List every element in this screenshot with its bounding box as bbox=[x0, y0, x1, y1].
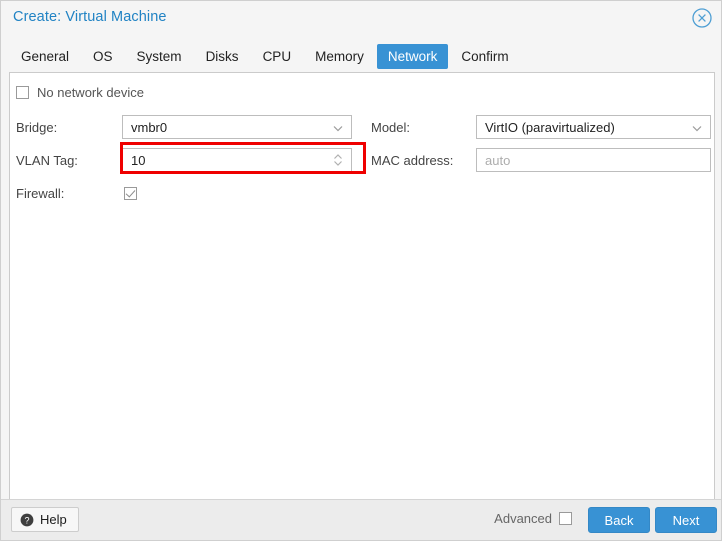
vlan-tag-input[interactable]: 10 bbox=[122, 148, 352, 172]
tab-cpu[interactable]: CPU bbox=[252, 44, 303, 69]
spinner-updown-icon[interactable] bbox=[332, 152, 344, 168]
network-form-left-column: Bridge: vmbr0 VLAN Tag: 10 Firewall: bbox=[16, 113, 366, 212]
no-network-device-row[interactable]: No network device bbox=[16, 85, 144, 100]
question-mark-circle-icon: ? bbox=[20, 513, 34, 527]
tab-general[interactable]: General bbox=[10, 44, 80, 69]
mac-address-input[interactable]: auto bbox=[476, 148, 711, 172]
model-label: Model: bbox=[371, 119, 411, 135]
tab-disks[interactable]: Disks bbox=[195, 44, 250, 69]
mac-address-label: MAC address: bbox=[371, 152, 454, 168]
model-select[interactable]: VirtIO (paravirtualized) bbox=[476, 115, 711, 139]
back-button[interactable]: Back bbox=[588, 507, 650, 533]
tab-confirm[interactable]: Confirm bbox=[450, 44, 519, 69]
bridge-value: vmbr0 bbox=[131, 119, 168, 135]
network-settings-panel: No network device Bridge: vmbr0 VLAN Tag… bbox=[9, 72, 715, 501]
chevron-down-icon[interactable] bbox=[332, 121, 344, 133]
wizard-tabs: General OS System Disks CPU Memory Netwo… bbox=[1, 41, 721, 71]
no-network-device-checkbox[interactable] bbox=[16, 86, 29, 99]
svg-text:?: ? bbox=[24, 515, 29, 525]
dialog-titlebar: Create: Virtual Machine bbox=[1, 1, 721, 37]
tab-os[interactable]: OS bbox=[82, 44, 124, 69]
bridge-label: Bridge: bbox=[16, 119, 58, 135]
vlan-tag-value: 10 bbox=[131, 152, 146, 168]
advanced-toggle[interactable]: Advanced bbox=[494, 511, 572, 526]
close-icon[interactable] bbox=[690, 6, 714, 30]
dialog-footer: ? Help Advanced Back Next bbox=[1, 499, 721, 540]
next-button[interactable]: Next bbox=[655, 507, 717, 533]
help-button[interactable]: ? Help bbox=[11, 507, 79, 532]
tab-memory[interactable]: Memory bbox=[304, 44, 375, 69]
no-network-device-label: No network device bbox=[37, 85, 144, 100]
network-form: No network device Bridge: vmbr0 VLAN Tag… bbox=[10, 73, 714, 500]
model-value: VirtIO (paravirtualized) bbox=[485, 119, 615, 135]
vlan-tag-label: VLAN Tag: bbox=[16, 152, 78, 168]
help-button-label: Help bbox=[40, 512, 67, 527]
tab-system[interactable]: System bbox=[126, 44, 193, 69]
mac-address-row: MAC address: auto bbox=[371, 146, 711, 174]
advanced-checkbox[interactable] bbox=[559, 512, 572, 525]
bridge-select[interactable]: vmbr0 bbox=[122, 115, 352, 139]
dialog-title: Create: Virtual Machine bbox=[13, 9, 167, 25]
firewall-checkbox[interactable] bbox=[124, 186, 137, 200]
firewall-row: Firewall: bbox=[16, 179, 364, 207]
model-row: Model: VirtIO (paravirtualized) bbox=[371, 113, 711, 141]
firewall-label: Firewall: bbox=[16, 185, 65, 201]
create-vm-dialog: Create: Virtual Machine General OS Syste… bbox=[0, 0, 722, 541]
chevron-down-icon[interactable] bbox=[691, 121, 703, 133]
advanced-label: Advanced bbox=[494, 511, 552, 526]
network-form-right-column: Model: VirtIO (paravirtualized) MAC addr… bbox=[371, 113, 711, 179]
bridge-row: Bridge: vmbr0 bbox=[16, 113, 364, 141]
tab-network[interactable]: Network bbox=[376, 43, 449, 69]
vlan-tag-row: VLAN Tag: 10 bbox=[16, 142, 366, 174]
mac-address-placeholder: auto bbox=[485, 152, 511, 168]
